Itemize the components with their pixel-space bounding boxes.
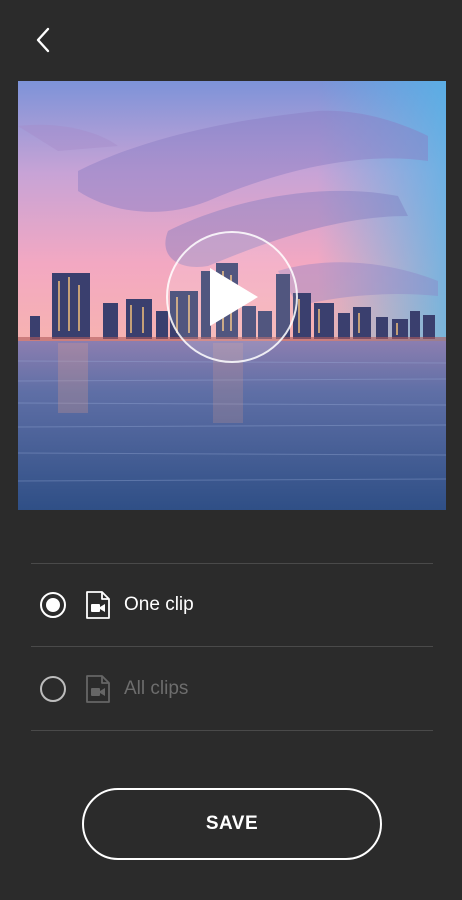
play-icon [210, 268, 258, 326]
divider [31, 646, 433, 647]
play-button[interactable] [166, 231, 298, 363]
radio-all-clips[interactable] [40, 676, 66, 702]
back-button[interactable] [26, 22, 60, 58]
save-button[interactable]: SAVE [82, 788, 382, 860]
divider [31, 730, 433, 731]
option-label: All clips [124, 678, 189, 699]
radio-one-clip[interactable] [40, 592, 66, 618]
chevron-left-icon [36, 27, 50, 53]
option-label: One clip [124, 594, 194, 615]
option-one-clip[interactable]: One clip [31, 564, 433, 646]
video-file-icon [86, 675, 110, 703]
video-file-icon [86, 591, 110, 619]
video-preview[interactable] [18, 81, 446, 510]
option-all-clips[interactable]: All clips [31, 648, 433, 730]
